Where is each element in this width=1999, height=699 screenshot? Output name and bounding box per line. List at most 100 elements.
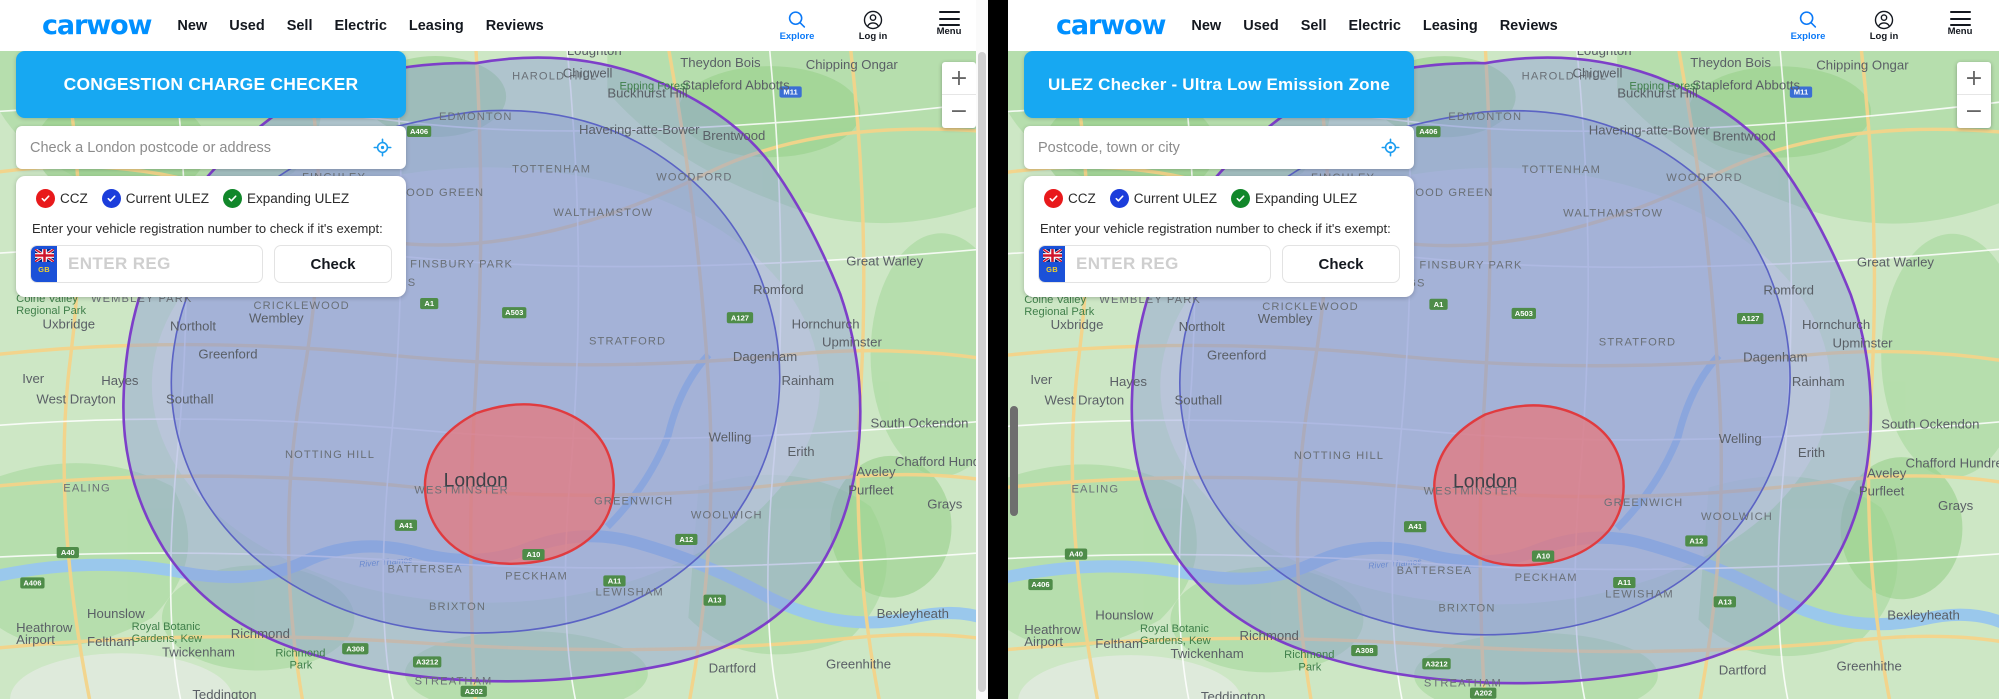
location-search-box[interactable]: Check a London postcode or address: [16, 126, 406, 169]
search-input[interactable]: Check a London postcode or address: [30, 140, 373, 156]
nav-link-reviews[interactable]: Reviews: [486, 18, 544, 34]
nav-link-electric[interactable]: Electric: [334, 18, 386, 34]
nav-link-sell[interactable]: Sell: [1301, 18, 1327, 34]
nav-link-electric[interactable]: Electric: [1348, 18, 1400, 34]
location-search-box[interactable]: Postcode, town or city: [1024, 126, 1414, 169]
login-label: Log in: [858, 31, 888, 42]
search-icon: [1799, 11, 1817, 28]
check-circle-icon: [1109, 189, 1129, 208]
nav-link-new[interactable]: New: [177, 18, 207, 34]
svg-text:FINSBURY PARK: FINSBURY PARK: [1419, 259, 1522, 271]
svg-text:Gardens, Kew: Gardens, Kew: [1140, 635, 1212, 647]
check-button[interactable]: Check: [274, 245, 392, 283]
svg-text:NOTTING HILL: NOTTING HILL: [1294, 450, 1384, 462]
reg-plate-input[interactable]: GB ENTER REG: [1038, 245, 1271, 283]
svg-text:Wembley: Wembley: [249, 310, 304, 325]
svg-text:EDMONTON: EDMONTON: [1448, 111, 1522, 123]
svg-text:Northolt: Northolt: [1179, 319, 1226, 334]
svg-text:Greenford: Greenford: [198, 347, 257, 362]
legend-label-current-ulez: Current ULEZ: [125, 191, 210, 206]
reg-input-placeholder[interactable]: ENTER REG: [1065, 254, 1179, 274]
explore-label: Explore: [1790, 31, 1826, 42]
map-viewport[interactable]: River Thames A406 A1 A503 A41 A10 A11 A1…: [0, 51, 988, 699]
nav-link-new[interactable]: New: [1191, 18, 1221, 34]
legend-item-expanding-ulez[interactable]: Expanding ULEZ: [1231, 189, 1357, 208]
dual-browser-comparison: carwow New Used Sell Electric Leasing Re…: [0, 0, 1999, 699]
carwow-logo[interactable]: carwow: [1056, 10, 1166, 41]
main-navigation: New Used Sell Electric Leasing Reviews: [177, 18, 543, 34]
scrollbar-thumb[interactable]: [978, 52, 986, 692]
legend-label-expanding-ulez: Expanding ULEZ: [1255, 191, 1358, 206]
svg-text:Upminster: Upminster: [822, 335, 883, 350]
svg-text:A308: A308: [1355, 646, 1373, 655]
check-button[interactable]: Check: [1282, 245, 1400, 283]
map-zoom-controls: + −: [1957, 62, 1991, 128]
legend-item-current-ulez[interactable]: Current ULEZ: [1109, 189, 1218, 208]
nav-link-reviews[interactable]: Reviews: [1500, 18, 1558, 34]
scrollbar-thumb[interactable]: [1010, 406, 1018, 516]
svg-text:A13: A13: [708, 596, 722, 605]
reg-input-placeholder[interactable]: ENTER REG: [57, 254, 171, 274]
svg-text:Chipping Ongar: Chipping Ongar: [1816, 57, 1909, 72]
svg-text:A10: A10: [527, 550, 541, 559]
svg-text:A406: A406: [1031, 580, 1049, 589]
explore-button[interactable]: Explore: [774, 9, 820, 42]
svg-text:A127: A127: [731, 313, 749, 322]
explore-button[interactable]: Explore: [1785, 9, 1831, 42]
zone-legend: CCZ Current ULEZ Expanding ULEZ: [30, 189, 392, 208]
legend-item-expanding-ulez[interactable]: Expanding ULEZ: [223, 189, 349, 208]
nav-link-used[interactable]: Used: [1243, 18, 1278, 34]
svg-text:EDMONTON: EDMONTON: [439, 111, 513, 123]
map-label-london: London: [444, 470, 508, 491]
locate-me-icon[interactable]: [373, 138, 392, 157]
svg-text:BRIXTON: BRIXTON: [429, 601, 486, 613]
search-input[interactable]: Postcode, town or city: [1038, 140, 1381, 156]
svg-text:Epping Forest: Epping Forest: [620, 80, 690, 92]
nav-link-used[interactable]: Used: [229, 18, 264, 34]
svg-text:Twickenham: Twickenham: [1170, 646, 1243, 661]
legend-label-current-ulez: Current ULEZ: [1133, 191, 1218, 206]
svg-text:A13: A13: [1718, 597, 1732, 606]
svg-text:WALTHAMSTOW: WALTHAMSTOW: [553, 207, 653, 219]
nav-link-leasing[interactable]: Leasing: [409, 18, 464, 34]
page-scrollbar[interactable]: [1008, 0, 1020, 699]
page-scrollbar[interactable]: [976, 0, 988, 699]
svg-text:South Ockendon: South Ockendon: [1881, 417, 1979, 432]
svg-text:Havering-atte-Bower: Havering-atte-Bower: [1589, 122, 1711, 137]
zoom-in-button[interactable]: +: [942, 62, 976, 95]
svg-text:Epping Forest: Epping Forest: [1629, 81, 1699, 93]
zoom-in-button[interactable]: +: [1957, 62, 1991, 95]
zoom-out-button[interactable]: −: [1957, 95, 1991, 128]
svg-text:Chafford Hundred: Chafford Hundred: [1906, 455, 1999, 470]
svg-text:Richmond: Richmond: [231, 626, 290, 641]
legend-item-ccz[interactable]: CCZ: [36, 189, 88, 208]
explore-label: Explore: [779, 31, 815, 42]
carwow-logo[interactable]: carwow: [42, 10, 152, 41]
svg-text:A202: A202: [465, 687, 483, 696]
zone-info-card: CCZ Current ULEZ Expanding ULEZ Enter yo…: [1024, 176, 1414, 297]
legend-item-current-ulez[interactable]: Current ULEZ: [101, 189, 210, 208]
svg-text:A10: A10: [1536, 552, 1550, 561]
svg-text:Great Warley: Great Warley: [1857, 254, 1935, 269]
reg-plate-input[interactable]: GB ENTER REG: [30, 245, 263, 283]
svg-text:Erith: Erith: [788, 444, 815, 459]
locate-me-icon[interactable]: [1381, 138, 1400, 157]
svg-text:Iver: Iver: [22, 371, 45, 386]
zoom-out-button[interactable]: −: [942, 95, 976, 128]
svg-text:Park: Park: [1298, 661, 1321, 673]
check-circle-icon: [223, 189, 243, 208]
menu-button[interactable]: Menu: [926, 9, 972, 37]
main-navigation: New Used Sell Electric Leasing Reviews: [1191, 18, 1557, 34]
nav-link-sell[interactable]: Sell: [287, 18, 313, 34]
svg-text:A406: A406: [410, 127, 428, 136]
nav-link-leasing[interactable]: Leasing: [1423, 18, 1478, 34]
menu-button[interactable]: Menu: [1937, 9, 1983, 37]
svg-text:A41: A41: [399, 521, 413, 530]
login-button[interactable]: Log in: [1861, 9, 1907, 42]
login-button[interactable]: Log in: [850, 9, 896, 42]
map-viewport[interactable]: River Thames A406 A1 A503 A41 A10 A11 A1…: [1008, 51, 1999, 699]
reg-check-row: GB ENTER REG Check: [30, 245, 392, 283]
svg-text:Gardens, Kew: Gardens, Kew: [132, 633, 203, 645]
legend-item-ccz[interactable]: CCZ: [1044, 189, 1096, 208]
svg-text:Theydon Bois: Theydon Bois: [680, 55, 761, 70]
